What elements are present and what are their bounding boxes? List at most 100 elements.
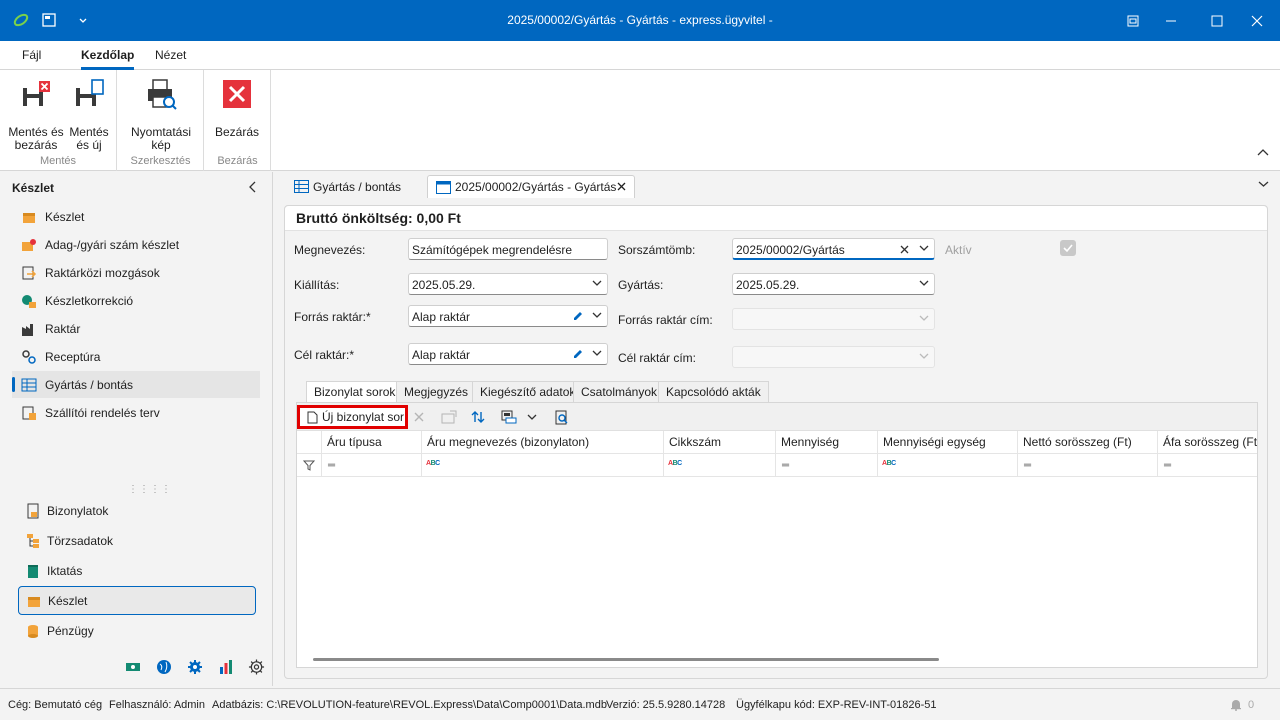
sidebar-item-batch-stock[interactable]: Adag-/gyári szám készlet [12, 231, 260, 258]
edit-pencil-icon[interactable] [572, 310, 584, 322]
filter-cell-sku[interactable]: ABC [663, 454, 775, 477]
close-x-icon [221, 78, 253, 110]
sidebar-item-correction[interactable]: Készletkorrekció [12, 287, 260, 314]
tab-document-lines[interactable]: Bizonylat sorok [306, 381, 404, 402]
close-window-button[interactable] [1234, 0, 1280, 41]
sidebar-item-warehouse[interactable]: Raktár [12, 315, 260, 342]
filter-cell-net-total[interactable]: ═ [1017, 454, 1157, 477]
filter-cell-item-type[interactable]: ═ [321, 454, 421, 477]
edit-pencil-icon[interactable] [572, 348, 584, 360]
layout-dropdown-chevron-icon[interactable] [523, 408, 541, 426]
clear-icon[interactable] [900, 242, 909, 257]
plan-icon [21, 405, 37, 421]
chevron-down-icon[interactable] [919, 242, 929, 252]
chevron-down-icon[interactable] [919, 277, 929, 287]
save-new-button[interactable]: Mentés és új [66, 78, 112, 152]
nav-finance[interactable]: Pénzügy [18, 616, 256, 645]
sidebar-item-recipe[interactable]: Receptúra [12, 343, 260, 370]
cel-raktar-select[interactable]: Alap raktár [408, 343, 608, 365]
correction-icon [21, 293, 37, 309]
forras-raktar-select[interactable]: Alap raktár [408, 305, 608, 327]
save-close-button[interactable]: Mentés és bezárás [8, 78, 64, 152]
print-preview-label-2: kép [151, 138, 171, 152]
sorszamtomb-select[interactable]: 2025/00002/Gyártás [732, 238, 935, 260]
filter-cell-item-name[interactable]: ABC [421, 454, 663, 477]
sidebar-item-production[interactable]: Gyártás / bontás [12, 371, 260, 398]
text-contains-operator-icon: ABC [882, 460, 896, 467]
notification-bell-icon[interactable] [1230, 698, 1242, 711]
nav-documents[interactable]: Bizonylatok [18, 496, 256, 525]
filter-cell-unit[interactable]: ABC [877, 454, 1017, 477]
equals-operator-icon: ═ [1024, 460, 1032, 471]
sidebar-collapse-icon[interactable] [248, 180, 258, 196]
chevron-down-icon[interactable] [592, 347, 602, 357]
gyartas-date-field[interactable]: 2025.05.29. [732, 273, 935, 295]
megnevezes-value: Számítógépek megrendelésre [412, 243, 573, 257]
menu-tab-home[interactable]: Kezdőlap [81, 48, 135, 70]
column-header-sku[interactable]: Cikkszám [663, 431, 775, 454]
megnevezes-field[interactable]: Számítógépek megrendelésre [408, 238, 608, 260]
column-header-item-name[interactable]: Áru megnevezés (bizonylaton) [421, 431, 663, 454]
forras-raktar-cim-select[interactable] [732, 308, 935, 330]
sidebar-item-label: Receptúra [45, 349, 101, 364]
nav-masterdata[interactable]: Törzsadatok [18, 526, 256, 555]
globe-icon[interactable] [155, 658, 172, 675]
kiallitas-date-field[interactable]: 2025.05.29. [408, 273, 608, 295]
column-header-quantity[interactable]: Mennyiség [775, 431, 877, 454]
panel-header: Bruttó önköltség: 0,00 Ft [285, 206, 1267, 231]
column-header-item-type[interactable]: Áru típusa [321, 431, 421, 454]
equals-operator-icon: ═ [328, 460, 336, 471]
menu-tab-file[interactable]: Fájl [22, 48, 41, 62]
sidebar-item-supplier-order-plan[interactable]: Szállítói rendelés terv [12, 399, 260, 426]
aktiv-checkbox[interactable] [1060, 240, 1076, 256]
text-contains-operator-icon: ABC [426, 460, 440, 467]
print-preview-button[interactable]: Nyomtatási kép [128, 78, 194, 152]
doctab-current-document[interactable]: 2025/00002/Gyártás - Gyártás [427, 175, 635, 198]
tab-related-files[interactable]: Kapcsolódó akták [658, 381, 769, 402]
form-window-icon [436, 180, 451, 194]
chart-icon[interactable] [217, 658, 234, 675]
sort-icon[interactable] [469, 408, 487, 426]
cash-icon[interactable] [124, 658, 141, 675]
settings-gear-blue-icon[interactable] [186, 658, 203, 675]
nav-stock[interactable]: Készlet [18, 586, 256, 615]
chevron-down-icon[interactable] [592, 309, 602, 319]
kiallitas-label: Kiállítás: [294, 278, 340, 292]
close-tab-icon[interactable] [617, 182, 626, 191]
column-header-unit[interactable]: Mennyiségi egység [877, 431, 1017, 454]
filter-icon[interactable] [303, 460, 315, 471]
cel-raktar-cim-select[interactable] [732, 346, 935, 368]
horizontal-scrollbar[interactable] [313, 658, 939, 661]
sidebar-item-stock[interactable]: Készlet [12, 203, 260, 230]
doctab-production-list[interactable]: Gyártás / bontás [286, 175, 409, 198]
ribbon-group-close: Bezárás Bezárás [205, 70, 271, 171]
new-document-line-label: Új bizonylat sor [322, 410, 405, 424]
tabs-overflow-chevron-icon[interactable] [1258, 180, 1269, 188]
chevron-down-icon[interactable] [592, 277, 602, 287]
collapse-ribbon-icon[interactable] [1257, 147, 1269, 161]
nav-label: Készlet [48, 593, 88, 608]
nav-filing[interactable]: Iktatás [18, 556, 256, 585]
filter-cell-quantity[interactable]: ═ [775, 454, 877, 477]
filter-cell-vat-total[interactable]: ═ [1157, 454, 1257, 477]
layout-icon[interactable] [500, 408, 518, 426]
new-document-line-button[interactable]: Új bizonylat sor [297, 405, 408, 429]
tab-additional-data[interactable]: Kiegészítő adatok [472, 381, 584, 402]
column-header-vat-total[interactable]: Áfa sorösszeg (Ft) [1157, 431, 1257, 454]
equals-operator-icon: ═ [782, 460, 790, 471]
menu-tab-view[interactable]: Nézet [155, 48, 186, 62]
sidebar-splitter-grip[interactable]: ⋮⋮⋮⋮ [128, 484, 172, 495]
minimize-button[interactable] [1148, 0, 1194, 41]
document-tabs: Gyártás / bontás 2025/00002/Gyártás - Gy… [274, 172, 1280, 198]
sidebar-item-label: Adag-/gyári szám készlet [45, 237, 180, 252]
sidebar-item-label: Raktárközi mozgások [45, 265, 160, 280]
recipe-icon [21, 349, 37, 365]
forras-raktar-label: Forrás raktár:* [294, 310, 371, 324]
settings-gear-icon[interactable] [248, 658, 265, 675]
close-document-button[interactable]: Bezárás [213, 78, 261, 139]
tab-attachments[interactable]: Csatolmányok [573, 381, 666, 402]
column-header-net-total[interactable]: Nettó sorösszeg (Ft) [1017, 431, 1157, 454]
tab-notes[interactable]: Megjegyzés [396, 381, 477, 402]
sidebar-item-transfers[interactable]: Raktárközi mozgások [12, 259, 260, 286]
preview-icon[interactable] [553, 408, 571, 426]
